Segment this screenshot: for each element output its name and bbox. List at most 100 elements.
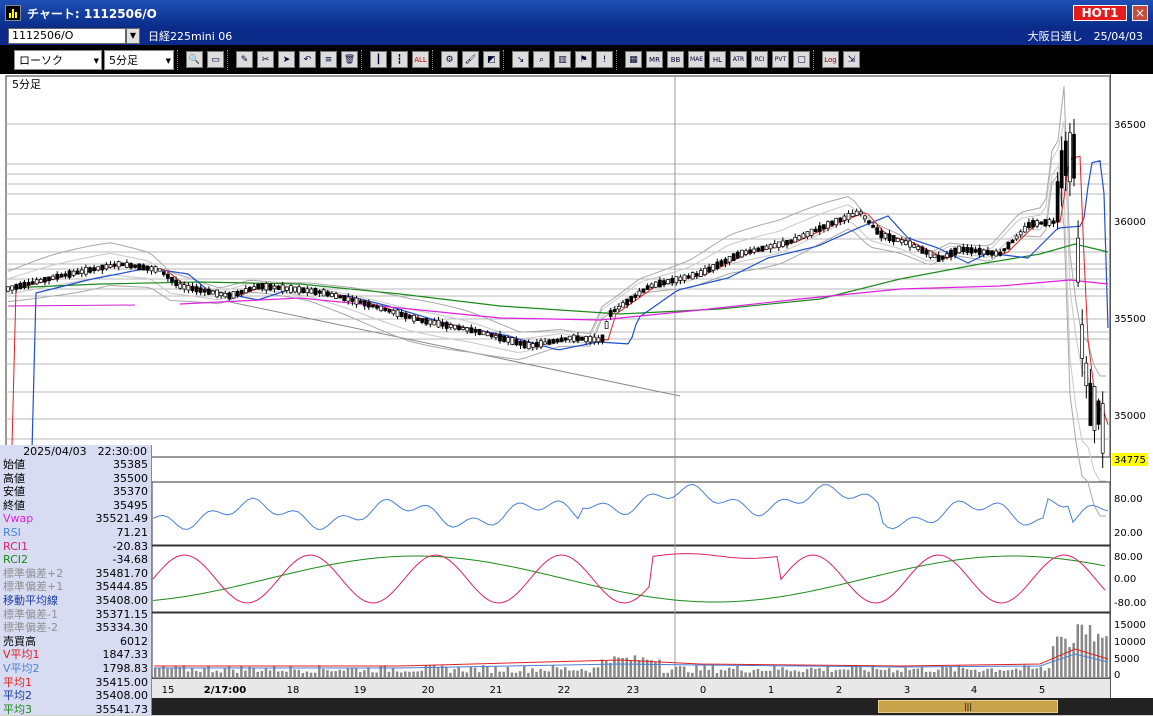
brush-icon[interactable]: 🖌 — [462, 51, 479, 68]
volume-bar — [338, 669, 341, 677]
volume-bar — [789, 671, 792, 677]
candle-body — [280, 284, 285, 292]
rci-panel — [151, 545, 1110, 613]
candle-body — [161, 271, 166, 275]
candle-body — [776, 241, 781, 248]
cut-icon[interactable]: ✂ — [257, 51, 274, 68]
candle-multi-icon[interactable]: ┇ — [391, 51, 408, 68]
candle-icon[interactable]: ┃ — [370, 51, 387, 68]
search-icon[interactable]: ⌕ — [533, 51, 550, 68]
volume-bar — [1060, 636, 1063, 677]
data-label: RCI1 — [3, 539, 29, 553]
candle-body — [867, 220, 871, 224]
candle-body — [371, 304, 375, 308]
volume-bar — [1076, 624, 1079, 677]
volume-bar — [810, 667, 813, 677]
volume-bar — [1023, 665, 1026, 677]
bar-icon[interactable]: ▥ — [554, 51, 571, 68]
candle-body — [1027, 222, 1031, 229]
rsi-tick: 20.00 — [1114, 528, 1143, 539]
toolbar: ローソク ▼ 5分足 ▼ 🔍 ▭ ✎ ✂ ➤ ↶ ≡ 🗑 ┃ ┇ ALL ⚙ 🖌 ◩… — [0, 45, 1153, 74]
data-value: 35334.30 — [95, 621, 149, 635]
close-button[interactable]: × — [1132, 5, 1148, 21]
candle-body — [637, 290, 642, 297]
candle-body — [760, 245, 765, 252]
candle-body — [986, 249, 990, 256]
volume-bar — [892, 672, 895, 677]
volume-bar — [334, 671, 337, 677]
volume-bar — [961, 667, 965, 677]
chart-canvas[interactable]: 5分足 — [0, 74, 1110, 678]
volume-bar — [715, 672, 719, 677]
chart-type-select[interactable]: ローソク ▼ — [14, 49, 102, 70]
candle-body — [1100, 403, 1105, 454]
data-value: 35415.00 — [95, 675, 149, 689]
scrollbar-thumb[interactable]: ||| — [878, 700, 1058, 713]
palette-icon[interactable]: ◩ — [483, 51, 500, 68]
bb-button[interactable]: BB — [667, 51, 684, 68]
hl-button[interactable]: HL — [709, 51, 726, 68]
volume-bar — [318, 665, 321, 677]
data-value: 35541.73 — [95, 702, 149, 716]
volume-bar — [186, 671, 190, 677]
data-row: 移動平均線 35408.00 — [0, 594, 151, 608]
symbol-code-input[interactable]: 1112506/O — [8, 27, 126, 44]
symbol-name: 日経225mini 06 — [148, 29, 233, 43]
volume-bar — [281, 670, 284, 677]
data-row: 標準偏差+1 35444.85 — [0, 580, 151, 594]
candle-body — [912, 244, 916, 248]
mae-button[interactable]: MAE — [688, 51, 705, 68]
candle-body — [403, 312, 408, 319]
data-value: 1798.83 — [102, 661, 149, 675]
hot-button[interactable]: HOT1 — [1073, 5, 1127, 21]
candle-body — [817, 225, 822, 232]
candle-body — [715, 261, 720, 270]
log-button[interactable]: Log — [822, 51, 839, 68]
volume-bar — [613, 656, 616, 677]
candle-body — [239, 289, 244, 295]
undo-icon[interactable]: ↶ — [299, 51, 316, 68]
box-icon[interactable]: ▢ — [793, 51, 810, 68]
zoom-icon[interactable]: 🔍 — [186, 51, 203, 68]
pointer-icon[interactable]: ➤ — [278, 51, 295, 68]
candle-body — [904, 240, 908, 245]
gear-icon[interactable]: ⚙ — [441, 51, 458, 68]
data-row: RCI1 -20.83 — [0, 540, 151, 554]
candle-body — [785, 240, 789, 246]
frame-icon[interactable]: ▭ — [207, 51, 224, 68]
all-button[interactable]: ALL — [412, 51, 429, 68]
chart-area[interactable]: 5分足 36500 36000 35500 35000 34775 80.00 20.00 8… — [0, 74, 1153, 716]
chevron-down-icon[interactable]: ▼ — [126, 27, 140, 44]
grid-icon[interactable]: ▦ — [625, 51, 642, 68]
cursor-icon[interactable]: ↘ — [512, 51, 529, 68]
list-icon[interactable]: ≡ — [320, 51, 337, 68]
candle-body — [260, 283, 265, 290]
data-label: Vwap — [3, 512, 34, 526]
candle-body — [125, 262, 129, 268]
volume-bar — [400, 672, 403, 677]
candle-body — [252, 286, 256, 290]
chart-scrollbar[interactable]: ||| — [152, 698, 1153, 715]
interval-select[interactable]: 5分足 ▼ — [104, 49, 174, 70]
candle-body — [600, 334, 605, 343]
candle-body — [256, 283, 260, 290]
rci-button[interactable]: RCI — [751, 51, 768, 68]
pen-icon[interactable]: ✎ — [236, 51, 253, 68]
flag-icon[interactable]: ⚑ — [575, 51, 592, 68]
mr-button[interactable]: MR — [646, 51, 663, 68]
volume-bar — [531, 668, 534, 677]
volume-bar — [764, 670, 768, 677]
pvt-button[interactable]: PVT — [772, 51, 789, 68]
trash-icon[interactable]: 🗑 — [341, 51, 358, 68]
candle-body — [461, 327, 465, 330]
candle-body — [149, 266, 154, 272]
volume-bar — [863, 670, 866, 677]
candle-body — [686, 275, 691, 279]
data-value: 35444.85 — [95, 580, 149, 594]
candle-body — [47, 276, 51, 281]
data-value: -34.68 — [112, 553, 148, 567]
volume-bar — [178, 667, 182, 677]
atr-button[interactable]: ATR — [730, 51, 747, 68]
export-icon[interactable]: ⇲ — [843, 51, 860, 68]
info-icon[interactable]: ! — [596, 51, 613, 68]
